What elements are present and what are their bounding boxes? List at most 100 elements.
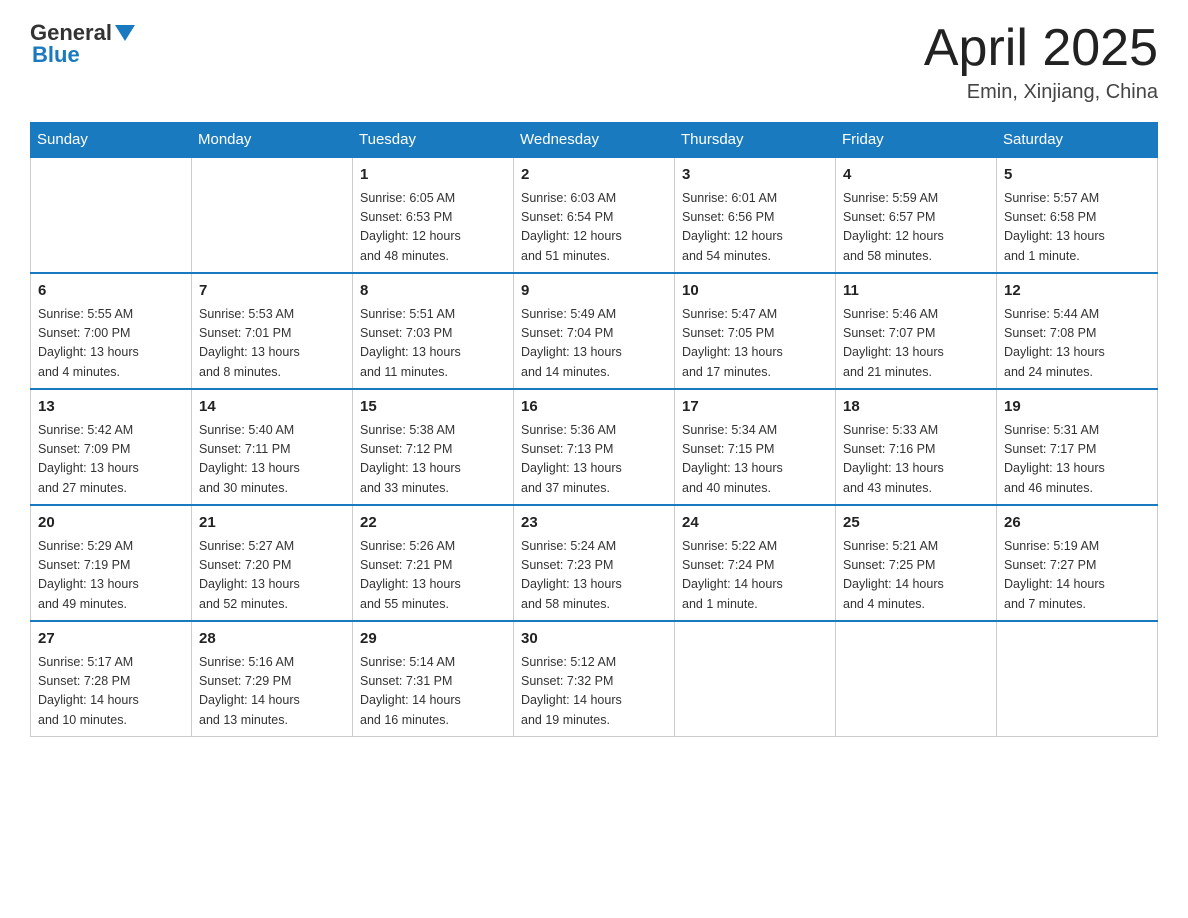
calendar-cell: 30Sunrise: 5:12 AMSunset: 7:32 PMDayligh… xyxy=(514,621,675,737)
calendar-cell: 12Sunrise: 5:44 AMSunset: 7:08 PMDayligh… xyxy=(997,273,1158,389)
calendar-cell xyxy=(836,621,997,737)
calendar-cell: 11Sunrise: 5:46 AMSunset: 7:07 PMDayligh… xyxy=(836,273,997,389)
day-number: 10 xyxy=(682,280,828,303)
calendar-cell: 19Sunrise: 5:31 AMSunset: 7:17 PMDayligh… xyxy=(997,389,1158,505)
week-row-5: 27Sunrise: 5:17 AMSunset: 7:28 PMDayligh… xyxy=(31,621,1158,737)
title-block: April 2025 Emin, Xinjiang, China xyxy=(924,20,1158,104)
calendar-cell: 27Sunrise: 5:17 AMSunset: 7:28 PMDayligh… xyxy=(31,621,192,737)
day-info: Sunrise: 5:55 AMSunset: 7:00 PMDaylight:… xyxy=(38,305,184,383)
day-number: 6 xyxy=(38,280,184,303)
day-number: 29 xyxy=(360,628,506,651)
calendar-cell: 17Sunrise: 5:34 AMSunset: 7:15 PMDayligh… xyxy=(675,389,836,505)
day-info: Sunrise: 5:59 AMSunset: 6:57 PMDaylight:… xyxy=(843,189,989,267)
calendar-cell: 2Sunrise: 6:03 AMSunset: 6:54 PMDaylight… xyxy=(514,157,675,273)
day-info: Sunrise: 5:40 AMSunset: 7:11 PMDaylight:… xyxy=(199,421,345,499)
week-row-4: 20Sunrise: 5:29 AMSunset: 7:19 PMDayligh… xyxy=(31,505,1158,621)
day-number: 4 xyxy=(843,164,989,187)
day-number: 5 xyxy=(1004,164,1150,187)
day-info: Sunrise: 5:14 AMSunset: 7:31 PMDaylight:… xyxy=(360,653,506,731)
day-info: Sunrise: 5:51 AMSunset: 7:03 PMDaylight:… xyxy=(360,305,506,383)
day-info: Sunrise: 5:16 AMSunset: 7:29 PMDaylight:… xyxy=(199,653,345,731)
calendar-cell: 22Sunrise: 5:26 AMSunset: 7:21 PMDayligh… xyxy=(353,505,514,621)
day-number: 3 xyxy=(682,164,828,187)
calendar-cell: 28Sunrise: 5:16 AMSunset: 7:29 PMDayligh… xyxy=(192,621,353,737)
header-day-monday: Monday xyxy=(192,123,353,158)
calendar-cell: 8Sunrise: 5:51 AMSunset: 7:03 PMDaylight… xyxy=(353,273,514,389)
day-number: 15 xyxy=(360,396,506,419)
calendar-cell xyxy=(675,621,836,737)
calendar-cell: 26Sunrise: 5:19 AMSunset: 7:27 PMDayligh… xyxy=(997,505,1158,621)
logo-blue-text: Blue xyxy=(30,42,80,68)
day-number: 1 xyxy=(360,164,506,187)
calendar-cell: 23Sunrise: 5:24 AMSunset: 7:23 PMDayligh… xyxy=(514,505,675,621)
day-number: 2 xyxy=(521,164,667,187)
day-number: 16 xyxy=(521,396,667,419)
day-info: Sunrise: 5:42 AMSunset: 7:09 PMDaylight:… xyxy=(38,421,184,499)
day-info: Sunrise: 5:24 AMSunset: 7:23 PMDaylight:… xyxy=(521,537,667,615)
day-info: Sunrise: 5:26 AMSunset: 7:21 PMDaylight:… xyxy=(360,537,506,615)
header-row: SundayMondayTuesdayWednesdayThursdayFrid… xyxy=(31,123,1158,158)
day-info: Sunrise: 5:44 AMSunset: 7:08 PMDaylight:… xyxy=(1004,305,1150,383)
calendar-cell: 10Sunrise: 5:47 AMSunset: 7:05 PMDayligh… xyxy=(675,273,836,389)
day-number: 30 xyxy=(521,628,667,651)
week-row-3: 13Sunrise: 5:42 AMSunset: 7:09 PMDayligh… xyxy=(31,389,1158,505)
day-info: Sunrise: 5:22 AMSunset: 7:24 PMDaylight:… xyxy=(682,537,828,615)
day-number: 24 xyxy=(682,512,828,535)
calendar-cell xyxy=(997,621,1158,737)
week-row-1: 1Sunrise: 6:05 AMSunset: 6:53 PMDaylight… xyxy=(31,157,1158,273)
day-number: 26 xyxy=(1004,512,1150,535)
calendar-cell: 3Sunrise: 6:01 AMSunset: 6:56 PMDaylight… xyxy=(675,157,836,273)
day-number: 12 xyxy=(1004,280,1150,303)
day-number: 14 xyxy=(199,396,345,419)
day-number: 8 xyxy=(360,280,506,303)
day-info: Sunrise: 5:36 AMSunset: 7:13 PMDaylight:… xyxy=(521,421,667,499)
page-header: General Blue April 2025 Emin, Xinjiang, … xyxy=(30,20,1158,104)
calendar-cell: 24Sunrise: 5:22 AMSunset: 7:24 PMDayligh… xyxy=(675,505,836,621)
calendar-cell: 5Sunrise: 5:57 AMSunset: 6:58 PMDaylight… xyxy=(997,157,1158,273)
logo: General Blue xyxy=(30,20,135,68)
day-info: Sunrise: 5:46 AMSunset: 7:07 PMDaylight:… xyxy=(843,305,989,383)
day-info: Sunrise: 6:01 AMSunset: 6:56 PMDaylight:… xyxy=(682,189,828,267)
calendar-cell: 15Sunrise: 5:38 AMSunset: 7:12 PMDayligh… xyxy=(353,389,514,505)
day-number: 13 xyxy=(38,396,184,419)
calendar-cell: 9Sunrise: 5:49 AMSunset: 7:04 PMDaylight… xyxy=(514,273,675,389)
calendar-header: SundayMondayTuesdayWednesdayThursdayFrid… xyxy=(31,123,1158,158)
day-info: Sunrise: 5:49 AMSunset: 7:04 PMDaylight:… xyxy=(521,305,667,383)
calendar-cell: 16Sunrise: 5:36 AMSunset: 7:13 PMDayligh… xyxy=(514,389,675,505)
day-info: Sunrise: 5:12 AMSunset: 7:32 PMDaylight:… xyxy=(521,653,667,731)
calendar-cell: 21Sunrise: 5:27 AMSunset: 7:20 PMDayligh… xyxy=(192,505,353,621)
calendar-cell xyxy=(31,157,192,273)
header-day-saturday: Saturday xyxy=(997,123,1158,158)
header-day-wednesday: Wednesday xyxy=(514,123,675,158)
calendar-cell: 7Sunrise: 5:53 AMSunset: 7:01 PMDaylight… xyxy=(192,273,353,389)
day-info: Sunrise: 6:03 AMSunset: 6:54 PMDaylight:… xyxy=(521,189,667,267)
calendar-cell: 29Sunrise: 5:14 AMSunset: 7:31 PMDayligh… xyxy=(353,621,514,737)
day-number: 21 xyxy=(199,512,345,535)
day-number: 27 xyxy=(38,628,184,651)
day-number: 18 xyxy=(843,396,989,419)
calendar-cell: 6Sunrise: 5:55 AMSunset: 7:00 PMDaylight… xyxy=(31,273,192,389)
day-number: 20 xyxy=(38,512,184,535)
day-number: 28 xyxy=(199,628,345,651)
header-day-sunday: Sunday xyxy=(31,123,192,158)
day-info: Sunrise: 5:29 AMSunset: 7:19 PMDaylight:… xyxy=(38,537,184,615)
calendar-cell: 13Sunrise: 5:42 AMSunset: 7:09 PMDayligh… xyxy=(31,389,192,505)
day-info: Sunrise: 5:34 AMSunset: 7:15 PMDaylight:… xyxy=(682,421,828,499)
header-day-tuesday: Tuesday xyxy=(353,123,514,158)
day-number: 19 xyxy=(1004,396,1150,419)
day-info: Sunrise: 6:05 AMSunset: 6:53 PMDaylight:… xyxy=(360,189,506,267)
day-info: Sunrise: 5:19 AMSunset: 7:27 PMDaylight:… xyxy=(1004,537,1150,615)
calendar-cell: 1Sunrise: 6:05 AMSunset: 6:53 PMDaylight… xyxy=(353,157,514,273)
calendar-cell xyxy=(192,157,353,273)
header-day-thursday: Thursday xyxy=(675,123,836,158)
logo-arrow-icon xyxy=(115,25,135,41)
day-info: Sunrise: 5:21 AMSunset: 7:25 PMDaylight:… xyxy=(843,537,989,615)
day-info: Sunrise: 5:57 AMSunset: 6:58 PMDaylight:… xyxy=(1004,189,1150,267)
calendar-body: 1Sunrise: 6:05 AMSunset: 6:53 PMDaylight… xyxy=(31,157,1158,737)
day-number: 9 xyxy=(521,280,667,303)
day-info: Sunrise: 5:47 AMSunset: 7:05 PMDaylight:… xyxy=(682,305,828,383)
week-row-2: 6Sunrise: 5:55 AMSunset: 7:00 PMDaylight… xyxy=(31,273,1158,389)
calendar-cell: 14Sunrise: 5:40 AMSunset: 7:11 PMDayligh… xyxy=(192,389,353,505)
day-number: 17 xyxy=(682,396,828,419)
calendar-title: April 2025 xyxy=(924,20,1158,77)
